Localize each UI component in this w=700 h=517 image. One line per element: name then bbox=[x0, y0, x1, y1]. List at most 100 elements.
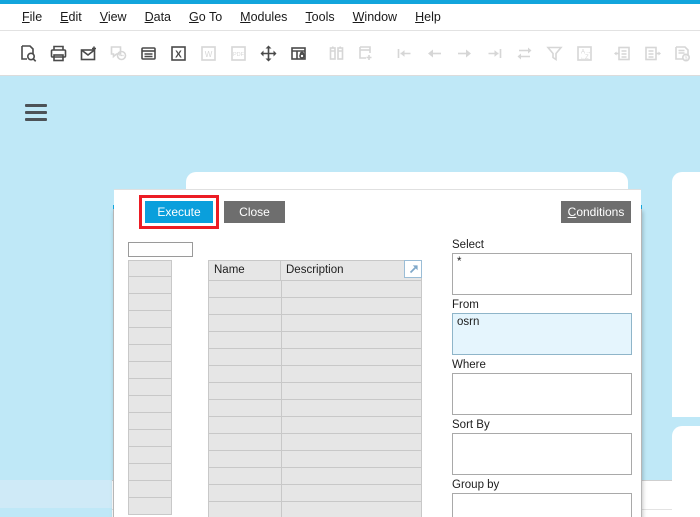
field-group-where: Where bbox=[452, 358, 632, 415]
menu-mnemonic: M bbox=[240, 10, 250, 24]
list-item[interactable] bbox=[128, 379, 172, 396]
hamburger-bar bbox=[25, 111, 47, 114]
export-to-excel-icon[interactable]: X bbox=[164, 39, 192, 69]
name-description-table[interactable]: Name Description bbox=[208, 260, 422, 517]
close-button-label: Close bbox=[239, 205, 270, 219]
preview-document-icon[interactable] bbox=[14, 39, 42, 69]
cell-name bbox=[209, 383, 282, 399]
list-item[interactable] bbox=[128, 396, 172, 413]
list-item[interactable] bbox=[128, 277, 172, 294]
menu-item-help[interactable]: Help bbox=[406, 8, 450, 26]
menu-mnemonic: W bbox=[353, 10, 365, 24]
cell-name bbox=[209, 315, 282, 331]
menu-item-data[interactable]: Data bbox=[136, 8, 180, 26]
list-item[interactable] bbox=[128, 430, 172, 447]
menu-label-rest: indow bbox=[364, 10, 397, 24]
export-to-pdf-icon: PDF bbox=[224, 39, 252, 69]
table-row[interactable] bbox=[209, 485, 421, 502]
menu-item-goto[interactable]: Go To bbox=[180, 8, 231, 26]
cell-description bbox=[282, 434, 421, 450]
cell-name bbox=[209, 298, 282, 314]
select-field[interactable]: * bbox=[452, 253, 632, 295]
menu-label-rest: odules bbox=[251, 10, 288, 24]
sms-message-icon bbox=[104, 39, 132, 69]
cell-description bbox=[282, 383, 421, 399]
table-row[interactable] bbox=[209, 349, 421, 366]
expand-arrow-icon[interactable] bbox=[404, 260, 422, 278]
list-item[interactable] bbox=[128, 413, 172, 430]
svg-text:Z: Z bbox=[585, 55, 589, 61]
menu-mnemonic: E bbox=[60, 10, 68, 24]
execute-button[interactable]: Execute bbox=[145, 201, 213, 223]
field-label-group-by: Group by bbox=[452, 478, 632, 493]
table-row[interactable] bbox=[209, 400, 421, 417]
payment-means-icon: $ bbox=[668, 39, 696, 69]
list-item[interactable] bbox=[128, 362, 172, 379]
toolbar: X W PDF A→←Z bbox=[0, 32, 700, 76]
cell-description bbox=[282, 417, 421, 433]
conditions-button[interactable]: Conditions bbox=[561, 201, 631, 223]
list-item[interactable] bbox=[128, 328, 172, 345]
table-row[interactable] bbox=[209, 434, 421, 451]
where-field[interactable] bbox=[452, 373, 632, 415]
print-icon[interactable] bbox=[44, 39, 72, 69]
list-item[interactable] bbox=[128, 447, 172, 464]
menu-label-rest: ata bbox=[154, 10, 171, 24]
hamburger-menu-icon[interactable] bbox=[25, 104, 47, 121]
svg-text:X: X bbox=[175, 50, 182, 61]
menu-item-modules[interactable]: Modules bbox=[231, 8, 296, 26]
table-row[interactable] bbox=[209, 502, 421, 517]
field-label-from: From bbox=[452, 298, 632, 313]
list-item[interactable] bbox=[128, 345, 172, 362]
table-row[interactable] bbox=[209, 281, 421, 298]
table-row[interactable] bbox=[209, 366, 421, 383]
table-row[interactable] bbox=[209, 451, 421, 468]
list-item[interactable] bbox=[128, 481, 172, 498]
menu-label-rest: iew bbox=[108, 10, 127, 24]
last-record-icon bbox=[480, 39, 508, 69]
field-group-from: From osrn bbox=[452, 298, 632, 355]
cell-description bbox=[282, 451, 421, 467]
email-icon[interactable] bbox=[74, 39, 102, 69]
list-item[interactable] bbox=[128, 311, 172, 328]
menu-mnemonic: D bbox=[145, 10, 154, 24]
menu-item-view[interactable]: View bbox=[91, 8, 136, 26]
list-item[interactable] bbox=[128, 260, 172, 277]
field-group-select: Select * bbox=[452, 238, 632, 295]
list-item[interactable] bbox=[128, 294, 172, 311]
table-row[interactable] bbox=[209, 383, 421, 400]
lock-layout-icon[interactable] bbox=[284, 39, 312, 69]
menu-item-file[interactable]: File bbox=[13, 8, 51, 26]
list-item[interactable] bbox=[128, 464, 172, 481]
cell-description bbox=[282, 485, 421, 501]
menu-item-tools[interactable]: Tools bbox=[296, 8, 343, 26]
menu-item-edit[interactable]: Edit bbox=[51, 8, 91, 26]
list-item[interactable] bbox=[128, 498, 172, 515]
export-to-window-icon[interactable] bbox=[134, 39, 162, 69]
table-row[interactable] bbox=[209, 332, 421, 349]
left-list[interactable] bbox=[128, 260, 172, 515]
cell-description bbox=[282, 281, 421, 297]
cell-description bbox=[282, 468, 421, 484]
table-row[interactable] bbox=[209, 298, 421, 315]
column-header-description: Description bbox=[281, 261, 421, 280]
group-by-field[interactable] bbox=[452, 493, 632, 517]
close-button[interactable]: Close bbox=[224, 201, 285, 223]
cell-name bbox=[209, 400, 282, 416]
hamburger-bar bbox=[25, 118, 47, 121]
query-fields: Select * From osrn Where Sort By Group b… bbox=[452, 238, 632, 517]
field-label-sort-by: Sort By bbox=[452, 418, 632, 433]
table-row[interactable] bbox=[209, 315, 421, 332]
field-label-where: Where bbox=[452, 358, 632, 373]
table-row[interactable] bbox=[209, 417, 421, 434]
left-filter-input[interactable] bbox=[128, 242, 193, 257]
dialog-footer: Execute Close Conditions bbox=[114, 189, 641, 234]
table-row[interactable] bbox=[209, 468, 421, 485]
from-field[interactable]: osrn bbox=[452, 313, 632, 355]
filter-icon bbox=[540, 39, 568, 69]
sort-by-field[interactable] bbox=[452, 433, 632, 475]
first-record-icon bbox=[390, 39, 418, 69]
move-layout-icon[interactable] bbox=[254, 39, 282, 69]
menu-item-window[interactable]: Window bbox=[344, 8, 406, 26]
hamburger-bar bbox=[25, 104, 47, 107]
